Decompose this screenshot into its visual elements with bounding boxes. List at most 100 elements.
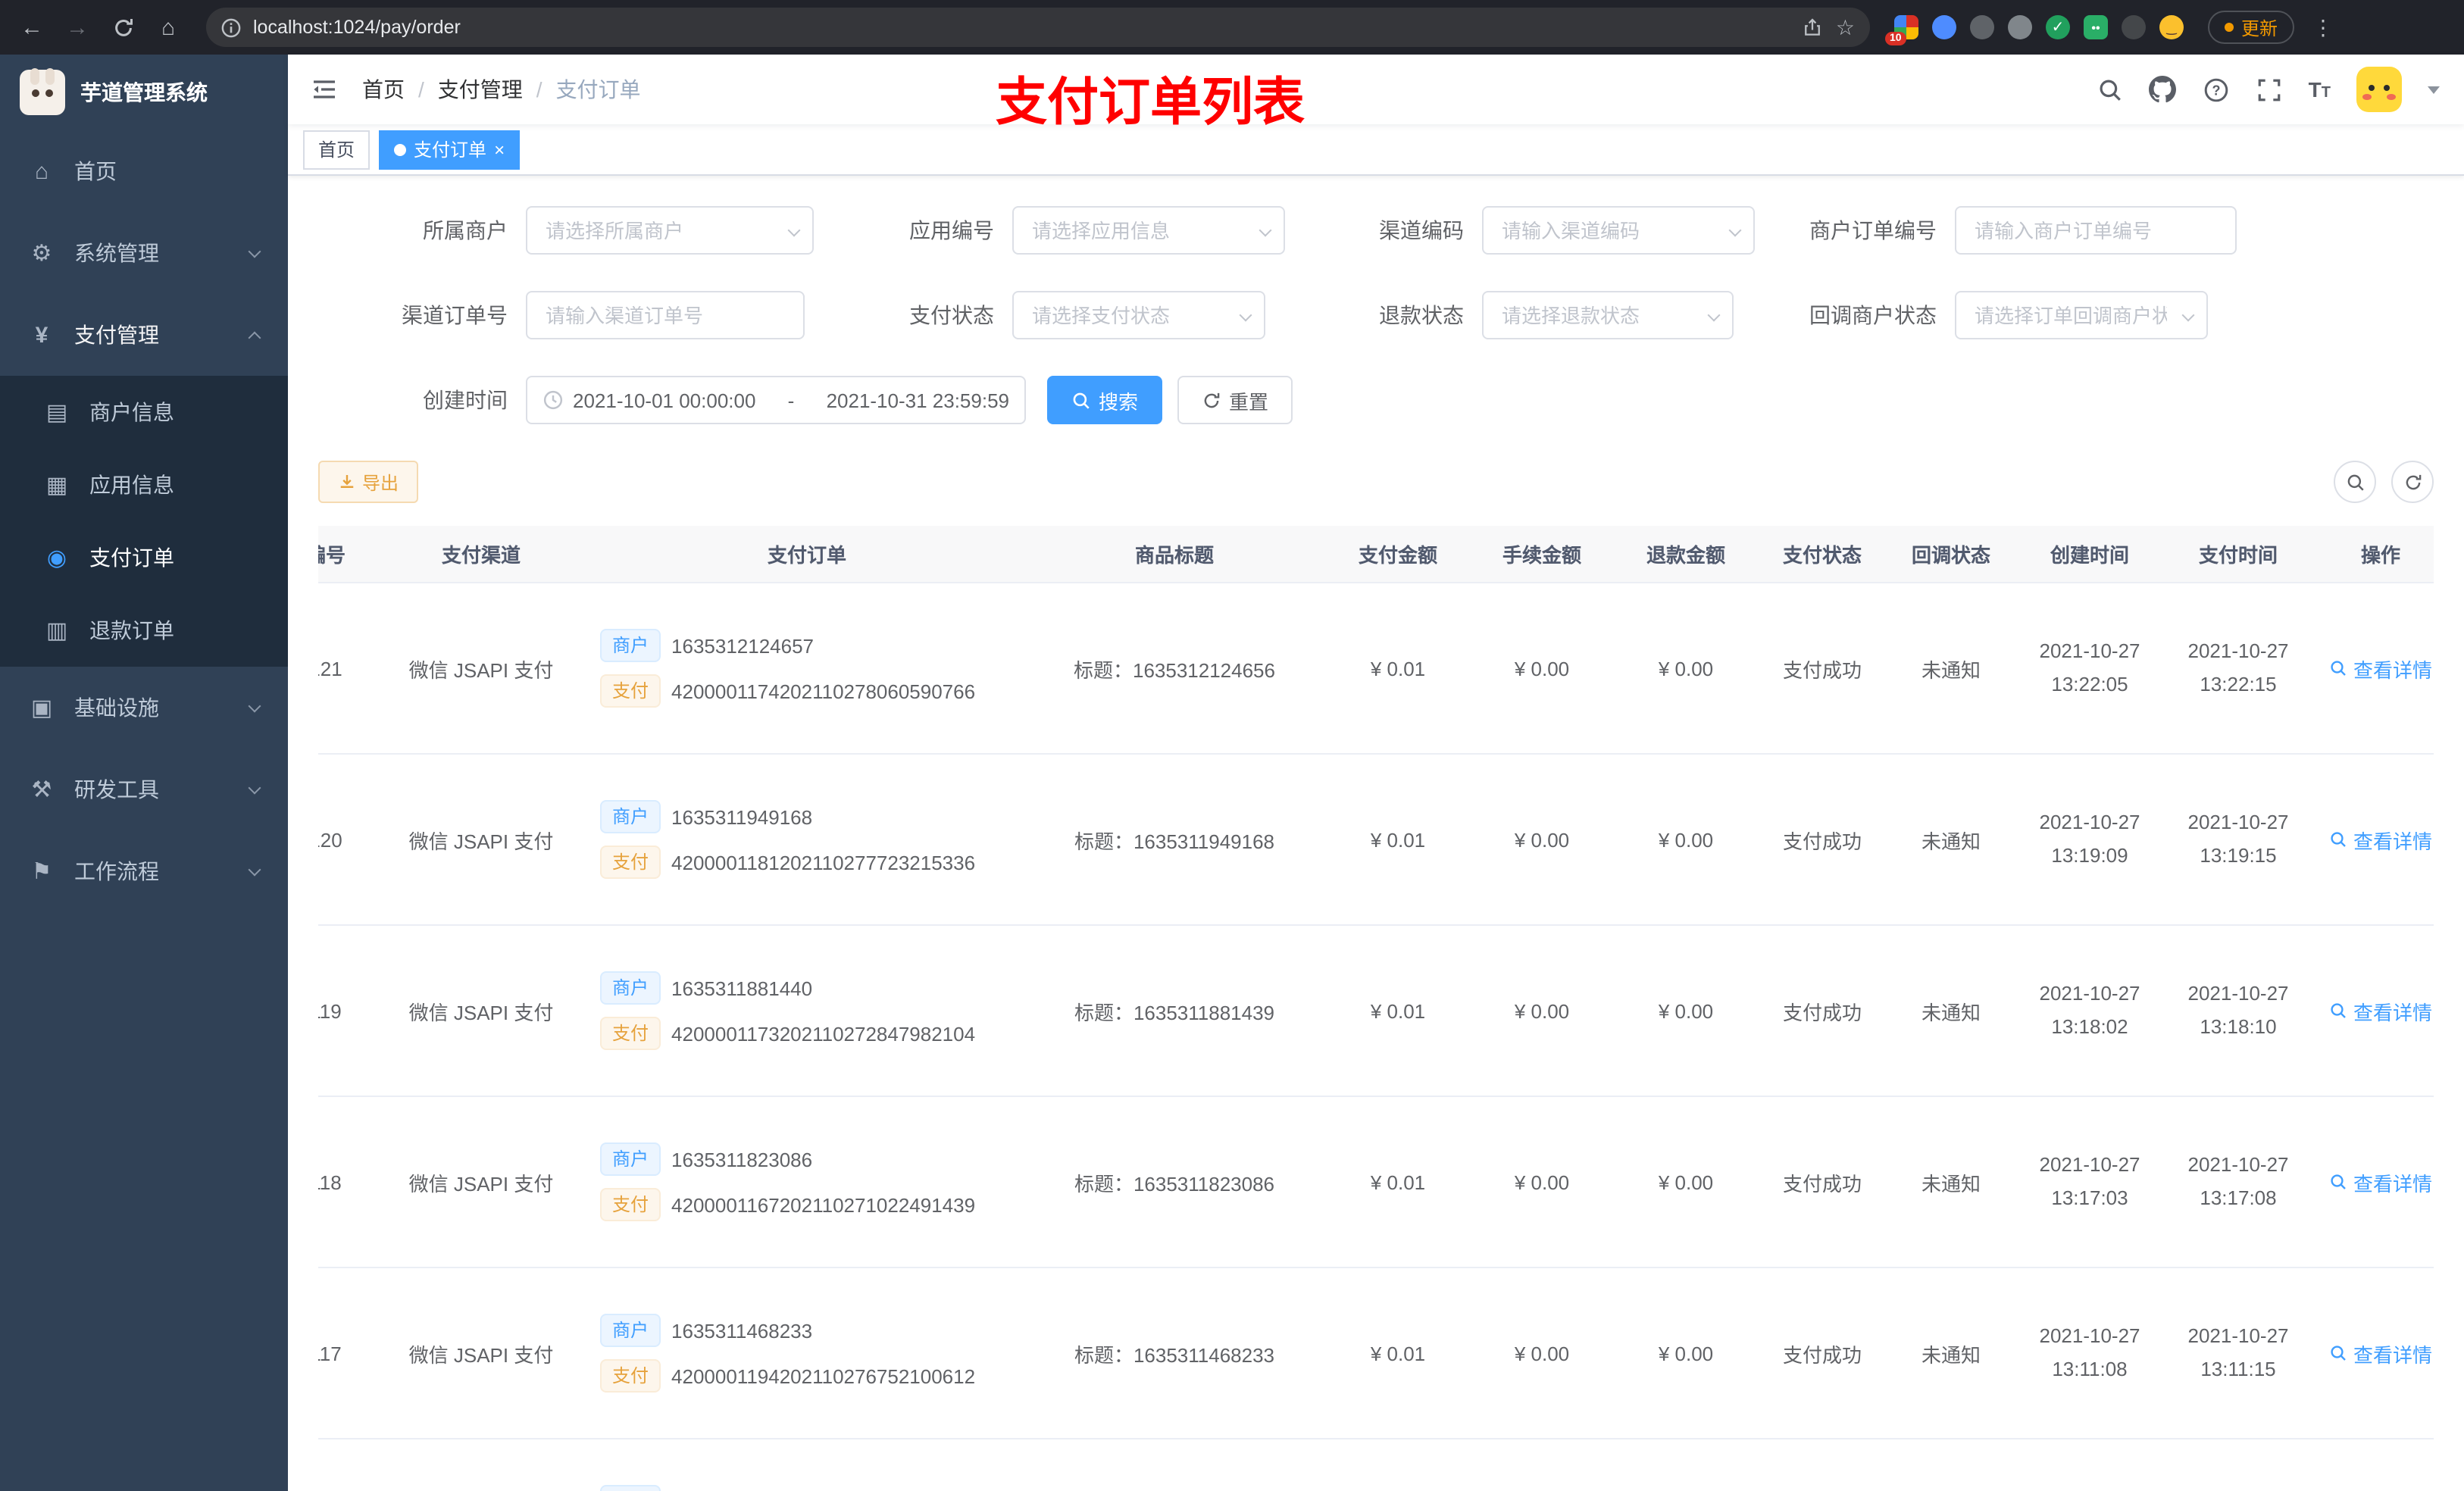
tab-label: 支付订单 bbox=[414, 139, 487, 161]
sidebar-item-pay[interactable]: ¥ 支付管理 bbox=[0, 294, 288, 376]
view-detail-link[interactable]: 查看详情 bbox=[2329, 654, 2432, 683]
address-bar[interactable]: localhost:1024/pay/order ☆ bbox=[206, 8, 1870, 47]
breadcrumb-pay[interactable]: 支付管理 bbox=[438, 74, 523, 105]
fullscreen-icon[interactable] bbox=[2256, 76, 2283, 103]
cell-order: 商户 1635311949168 支付 4200001181202110277723… bbox=[591, 754, 1023, 926]
channel-code-select[interactable] bbox=[1482, 206, 1755, 255]
col-notify: 回调状态 bbox=[1887, 526, 2015, 583]
date-range-picker[interactable]: 2021-10-01 00:00:00 - 2021-10-31 23:59:5… bbox=[526, 376, 1026, 424]
merchant-order-no: 1635311468233 bbox=[671, 1319, 813, 1342]
app-select[interactable] bbox=[1012, 206, 1285, 255]
col-pay-time: 支付时间 bbox=[2164, 526, 2312, 583]
ext-icon-4[interactable] bbox=[2008, 15, 2032, 39]
cell-pay-time: 2021-10-27 13:19:15 bbox=[2164, 754, 2312, 926]
forward-icon[interactable]: → bbox=[58, 8, 97, 47]
view-detail-link[interactable]: 查看详情 bbox=[2329, 1167, 2432, 1196]
date-end[interactable]: 2021-10-31 23:59:59 bbox=[827, 389, 1009, 411]
site-info-icon[interactable] bbox=[221, 17, 241, 37]
pay-status-select[interactable] bbox=[1012, 291, 1265, 339]
search-icon[interactable] bbox=[2097, 76, 2124, 103]
date-start[interactable]: 2021-10-01 00:00:00 bbox=[573, 389, 755, 411]
infrastructure-icon: ▣ bbox=[30, 695, 53, 721]
cell-notify: 未通知 bbox=[1887, 1096, 2015, 1268]
cell-status: 支付成功 bbox=[1758, 1268, 1887, 1439]
browser-menu-icon[interactable]: ⋮ bbox=[2312, 14, 2334, 40]
font-size-icon[interactable]: TT bbox=[2309, 77, 2331, 102]
url-text: localhost:1024/pay/order bbox=[253, 17, 461, 38]
view-detail-link[interactable]: 查看详情 bbox=[2329, 996, 2432, 1025]
sidebar-item-refund-order[interactable]: ▥ 退款订单 bbox=[0, 594, 288, 667]
refund-status-select[interactable] bbox=[1482, 291, 1734, 339]
notify-status-select[interactable] bbox=[1955, 291, 2208, 339]
browser-profile-avatar[interactable]: ‿ bbox=[2159, 15, 2184, 39]
breadcrumb-home[interactable]: 首页 bbox=[362, 74, 405, 105]
view-detail-link[interactable]: 查看详情 bbox=[2329, 825, 2432, 854]
sidebar-item-dev-tools[interactable]: ⚒ 研发工具 bbox=[0, 749, 288, 830]
extensions-strip: 10 ✓ •• ‿ bbox=[1885, 15, 2184, 45]
merchant-order-no-input[interactable] bbox=[1955, 206, 2237, 255]
share-icon[interactable] bbox=[1803, 17, 1824, 38]
sidebar-item-pay-order[interactable]: ◉ 支付订单 bbox=[0, 521, 288, 594]
sidebar-item-app-info[interactable]: ▦ 应用信息 bbox=[0, 449, 288, 521]
home-icon[interactable]: ⌂ bbox=[149, 8, 188, 47]
merchant-tag: 商户 bbox=[600, 1142, 661, 1176]
tab-home[interactable]: 首页 bbox=[303, 130, 371, 169]
reload-icon[interactable] bbox=[103, 8, 142, 47]
search-button-label: 搜索 bbox=[1099, 390, 1139, 413]
field-label: 渠道编码 bbox=[1379, 218, 1464, 242]
screen: ← → ⌂ localhost:1024/pay/order ☆ 10 ✓ ••… bbox=[0, 0, 2464, 1491]
github-icon[interactable] bbox=[2149, 76, 2177, 103]
sidebar-item-label: 应用信息 bbox=[89, 473, 174, 497]
hamburger-icon[interactable] bbox=[311, 76, 338, 103]
pay-tag: 支付 bbox=[600, 1017, 661, 1050]
sidebar-item-label: 基础设施 bbox=[74, 695, 159, 720]
help-icon[interactable]: ? bbox=[2203, 76, 2230, 103]
view-detail-link[interactable]: 查看详情 bbox=[2329, 1339, 2432, 1368]
caret-down-icon[interactable] bbox=[2428, 86, 2440, 93]
ext-icon-1[interactable]: 10 bbox=[1885, 15, 1918, 45]
sidebar-item-label: 系统管理 bbox=[74, 241, 159, 265]
reset-button[interactable]: 重置 bbox=[1177, 376, 1293, 424]
field-label: 所属商户 bbox=[423, 218, 508, 242]
tab-pay-order[interactable]: 支付订单 × bbox=[379, 130, 521, 169]
sidebar-item-merchant-info[interactable]: ▤ 商户信息 bbox=[0, 376, 288, 449]
sidebar-item-workflow[interactable]: ⚑ 工作流程 bbox=[0, 830, 288, 912]
close-icon[interactable]: × bbox=[494, 140, 505, 158]
pay-tag: 支付 bbox=[600, 674, 661, 708]
dashboard-icon: ⌂ bbox=[34, 158, 49, 184]
ext-icon-3[interactable] bbox=[1970, 15, 1994, 39]
search-button[interactable]: 搜索 bbox=[1047, 376, 1163, 424]
sidebar-item-home[interactable]: ⌂ 首页 bbox=[0, 130, 288, 212]
refresh-button[interactable] bbox=[2391, 461, 2434, 503]
logo-avatar bbox=[20, 68, 65, 115]
ext-icon-7[interactable] bbox=[2122, 15, 2146, 39]
sidebar-item-system[interactable]: ⚙ 系统管理 bbox=[0, 212, 288, 294]
export-button[interactable]: 导出 bbox=[318, 461, 419, 503]
filter-pay-status: 支付状态 bbox=[814, 291, 1285, 339]
sidebar: 芋道管理系统 ⌂ 首页 ⚙ 系统管理 ¥ 支付管理 ▤ 商户信息 ▦ 应用信息 … bbox=[0, 55, 288, 1491]
sidebar-item-infrastructure[interactable]: ▣ 基础设施 bbox=[0, 667, 288, 749]
chevron-down-icon bbox=[248, 780, 261, 794]
update-button[interactable]: 更新 bbox=[2208, 11, 2295, 44]
cell-notify: 未通知 bbox=[1887, 925, 2015, 1097]
col-id: 编号 bbox=[318, 526, 371, 583]
ext-icon-5[interactable]: ✓ bbox=[2046, 15, 2070, 39]
pay-order-no: 4200001167202110271022491439 bbox=[671, 1193, 976, 1216]
bookmark-star-icon[interactable]: ☆ bbox=[1836, 14, 1855, 40]
ext-icon-6[interactable]: •• bbox=[2084, 15, 2108, 39]
toggle-search-button[interactable] bbox=[2334, 461, 2376, 503]
update-dot-icon bbox=[2225, 23, 2234, 32]
active-dot-icon bbox=[394, 143, 407, 155]
ext-icon-2[interactable] bbox=[1932, 15, 1956, 39]
col-status: 支付状态 bbox=[1758, 526, 1887, 583]
user-avatar[interactable] bbox=[2356, 67, 2402, 112]
cell-create-time: 2021-10-27 13:22:05 bbox=[2015, 583, 2164, 755]
breadcrumb-current: 支付订单 bbox=[555, 77, 641, 102]
cell-id bbox=[318, 1439, 371, 1491]
channel-order-no-input[interactable] bbox=[526, 291, 805, 339]
col-title: 商品标题 bbox=[1023, 526, 1326, 583]
cell-title: 标题：1635311949168 bbox=[1023, 754, 1326, 926]
back-icon[interactable]: ← bbox=[12, 8, 52, 47]
merchant-select[interactable] bbox=[526, 206, 814, 255]
update-label: 更新 bbox=[2241, 17, 2278, 39]
